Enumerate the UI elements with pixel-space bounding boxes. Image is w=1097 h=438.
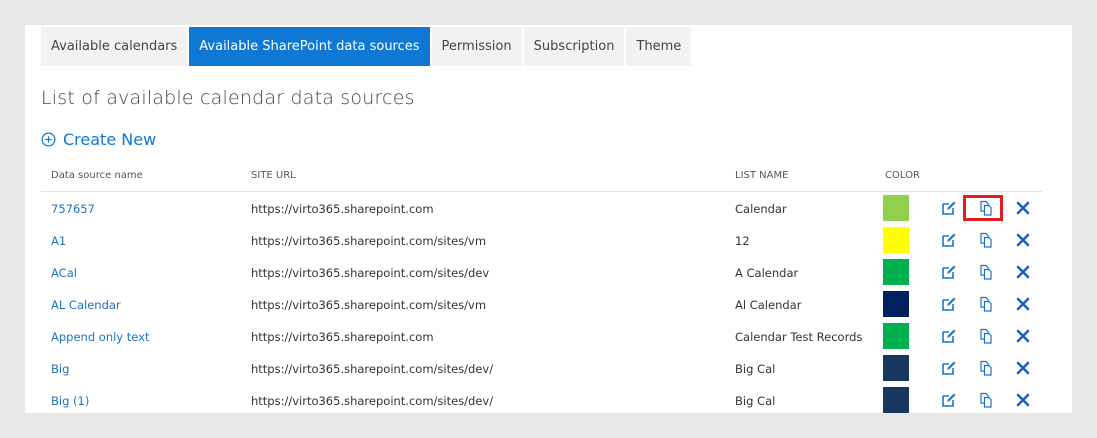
data-sources-table: Data source name SITE URL LIST NAME COLO… <box>41 162 1042 413</box>
copy-icon <box>978 360 994 376</box>
table-row: AL Calendar https://virto365.sharepoint.c… <box>41 288 1042 320</box>
delete-button[interactable] <box>1015 328 1031 344</box>
delete-icon <box>1015 264 1031 280</box>
list-name-cell: A Calendar <box>735 266 799 280</box>
list-name-cell: Big Cal <box>735 362 776 376</box>
tab-bar: Available calendars Available SharePoint… <box>41 27 692 66</box>
tab-subscription[interactable]: Subscription <box>523 27 625 66</box>
table-row: Append only text https://virto365.sharepo… <box>41 320 1042 352</box>
site-url-cell: https://virto365.sharepoint.com/sites/de… <box>251 266 490 280</box>
create-new-label: Create New <box>63 130 157 149</box>
page-title: List of available calendar data sources <box>41 87 415 109</box>
table-row: A1 https://virto365.sharepoint.com/sites/… <box>41 224 1042 256</box>
delete-icon <box>1015 232 1031 248</box>
data-source-name-link[interactable]: Big <box>51 362 69 376</box>
edit-icon <box>941 296 957 312</box>
list-name-cell: Al Calendar <box>735 298 802 312</box>
site-url-cell: https://virto365.sharepoint.com/sites/de… <box>251 362 494 376</box>
delete-icon <box>1015 200 1031 216</box>
data-source-name-link[interactable]: 757657 <box>51 202 95 216</box>
copy-button[interactable] <box>978 232 994 248</box>
edit-button[interactable] <box>941 360 957 376</box>
tab-available-sharepoint-data-sources[interactable]: Available SharePoint data sources <box>189 27 430 66</box>
copy-icon <box>978 392 994 408</box>
table-row: ACal https://virto365.sharepoint.com/site… <box>41 256 1042 288</box>
settings-panel: Available calendars Available SharePoint… <box>25 25 1072 413</box>
table-body: 757657 https://virto365.sharepoint.com Cal… <box>41 192 1042 413</box>
table-row: Big https://virto365.sharepoint.com/sites… <box>41 352 1042 384</box>
data-source-name-link[interactable]: Big (1) <box>51 394 89 408</box>
delete-button[interactable] <box>1015 296 1031 312</box>
header-site-url: SITE URL <box>251 170 296 181</box>
delete-button[interactable] <box>1015 232 1031 248</box>
site-url-cell: https://virto365.sharepoint.com/sites/de… <box>251 394 494 408</box>
header-list-name: LIST NAME <box>735 170 789 181</box>
copy-button[interactable] <box>978 360 994 376</box>
list-name-cell: Calendar Test Records <box>735 330 863 344</box>
color-swatch <box>883 227 909 253</box>
data-source-name-link[interactable]: AL Calendar <box>51 298 121 312</box>
edit-button[interactable] <box>941 296 957 312</box>
list-name-cell: Big Cal <box>735 394 776 408</box>
copy-button[interactable] <box>978 392 994 408</box>
site-url-cell: https://virto365.sharepoint.com <box>251 330 434 344</box>
color-swatch <box>883 291 909 317</box>
color-swatch <box>883 323 909 349</box>
delete-button[interactable] <box>1015 264 1031 280</box>
copy-icon <box>978 328 994 344</box>
table-row: Big (1) https://virto365.sharepoint.com/s… <box>41 384 1042 413</box>
edit-icon <box>941 360 957 376</box>
edit-icon <box>941 392 957 408</box>
delete-icon <box>1015 296 1031 312</box>
copy-button[interactable] <box>978 200 994 216</box>
site-url-cell: https://virto365.sharepoint.com <box>251 202 434 216</box>
copy-icon <box>978 200 994 216</box>
edit-button[interactable] <box>941 328 957 344</box>
edit-icon <box>941 200 957 216</box>
copy-icon <box>978 296 994 312</box>
color-swatch <box>883 387 909 413</box>
copy-icon <box>978 264 994 280</box>
edit-button[interactable] <box>941 200 957 216</box>
edit-icon <box>941 264 957 280</box>
site-url-cell: https://virto365.sharepoint.com/sites/vm <box>251 298 487 312</box>
color-swatch <box>883 259 909 285</box>
copy-button[interactable] <box>978 296 994 312</box>
edit-icon <box>941 328 957 344</box>
data-source-name-link[interactable]: A1 <box>51 234 66 248</box>
edit-button[interactable] <box>941 232 957 248</box>
table-row: 757657 https://virto365.sharepoint.com Cal… <box>41 192 1042 224</box>
tab-permission[interactable]: Permission <box>431 27 522 66</box>
data-source-name-link[interactable]: Append only text <box>51 330 149 344</box>
color-swatch <box>883 195 909 221</box>
edit-icon <box>941 232 957 248</box>
site-url-cell: https://virto365.sharepoint.com/sites/vm <box>251 234 487 248</box>
list-name-cell: 12 <box>735 234 750 248</box>
copy-icon <box>978 232 994 248</box>
delete-button[interactable] <box>1015 360 1031 376</box>
tab-available-calendars[interactable]: Available calendars <box>41 27 188 66</box>
table-header: Data source name SITE URL LIST NAME COLO… <box>41 162 1042 192</box>
copy-button[interactable] <box>978 264 994 280</box>
edit-button[interactable] <box>941 392 957 408</box>
copy-button[interactable] <box>978 328 994 344</box>
data-source-name-link[interactable]: ACal <box>51 266 77 280</box>
color-swatch <box>883 355 909 381</box>
delete-button[interactable] <box>1015 392 1031 408</box>
delete-icon <box>1015 360 1031 376</box>
edit-button[interactable] <box>941 264 957 280</box>
delete-icon <box>1015 392 1031 408</box>
list-name-cell: Calendar <box>735 202 787 216</box>
delete-icon <box>1015 328 1031 344</box>
tab-theme[interactable]: Theme <box>626 27 692 66</box>
delete-button[interactable] <box>1015 200 1031 216</box>
header-data-source-name: Data source name <box>51 170 143 181</box>
plus-circle-icon <box>41 132 56 147</box>
create-new-button[interactable]: Create New <box>41 130 156 149</box>
header-color: COLOR <box>885 170 920 181</box>
